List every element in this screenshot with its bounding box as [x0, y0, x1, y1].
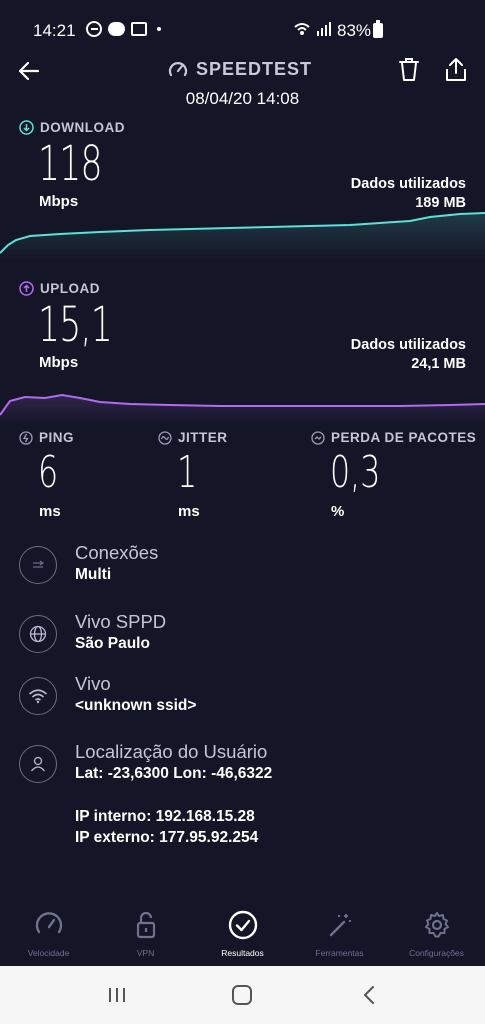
ip-internal: IP interno: 192.168.15.28: [75, 808, 255, 825]
status-time: 14:21: [33, 21, 76, 40]
test-date: 08/04/20 14:08: [185, 89, 300, 108]
upload-label: UPLOAD: [40, 281, 100, 296]
ping-value: 6: [38, 447, 59, 498]
more-notifications-icon: [157, 27, 161, 31]
provider-ssid: <unknown ssid>: [75, 697, 197, 714]
download-graph: [0, 212, 485, 260]
upload-icon: [19, 281, 34, 296]
loss-label-row: PERDA DE PACOTES: [311, 430, 476, 445]
jitter-icon: [158, 430, 172, 445]
location-title: Localização do Usuário: [75, 741, 268, 762]
notification-pill-icon: [108, 22, 125, 36]
nav-results-label: Resultados: [221, 948, 264, 958]
info-server: Vivo SPPD São Paulo: [19, 611, 469, 675]
recent-apps-button[interactable]: [106, 984, 128, 1006]
globe-icon: [19, 615, 57, 653]
info-provider: Vivo <unknown ssid>: [19, 673, 469, 737]
loss-label: PERDA DE PACOTES: [331, 430, 477, 445]
speedtest-logo-icon: [168, 61, 188, 76]
nav-speed-label: Velocidade: [27, 948, 70, 958]
jitter-value: 1: [177, 447, 198, 498]
server-location: São Paulo: [75, 635, 150, 652]
wifi-signal-icon: [294, 22, 331, 36]
battery-percent: 83%: [337, 21, 372, 40]
home-button[interactable]: [230, 984, 254, 1006]
connections-icon: [19, 546, 57, 584]
download-data-used-label: Dados utilizados: [350, 176, 466, 192]
notification-icons: [86, 21, 161, 37]
status-bar: 14:21 83%: [0, 0, 485, 56]
jitter-unit: ms: [178, 503, 200, 520]
loss-unit: %: [331, 503, 345, 520]
download-label: DOWNLOAD: [40, 120, 125, 135]
download-label-row: DOWNLOAD: [19, 120, 125, 135]
jitter-label: JITTER: [178, 430, 228, 445]
nav-vpn-label: VPN: [136, 948, 155, 958]
ping-unit: ms: [39, 503, 61, 520]
nav-settings[interactable]: Configurações: [388, 900, 485, 966]
info-location: Localização do Usuário Lat: -23,6300 Lon…: [19, 741, 469, 805]
top-bar: SPEEDTEST: [0, 52, 485, 88]
provider-title: Vivo: [75, 673, 111, 694]
gallery-icon: [131, 22, 147, 36]
check-circle-icon: [226, 908, 260, 942]
brand: SPEEDTEST: [168, 59, 312, 80]
upload-data-used-value: 24,1 MB: [411, 356, 466, 372]
ip-external: IP externo: 177.95.92.254: [75, 829, 259, 846]
packet-loss-icon: [311, 430, 325, 445]
download-icon: [19, 120, 34, 135]
back-button[interactable]: [14, 56, 44, 86]
magic-wand-icon: [323, 908, 357, 942]
dnd-icon: [86, 21, 102, 37]
upload-data-used: Dados utilizados 24,1 MB: [351, 336, 466, 374]
nav-results[interactable]: Resultados: [194, 900, 291, 966]
nav-tools[interactable]: Ferramentas: [291, 900, 388, 966]
nav-speed[interactable]: Velocidade: [0, 900, 97, 966]
nav-settings-label: Configurações: [409, 948, 464, 958]
upload-label-row: UPLOAD: [19, 281, 100, 296]
connections-title: Conexões: [75, 542, 159, 563]
battery-icon: [373, 20, 383, 38]
user-icon: [19, 745, 57, 783]
ping-label: PING: [39, 430, 75, 445]
loss-value: 0,3: [330, 447, 381, 498]
share-button[interactable]: [444, 56, 468, 84]
ping-label-row: PING: [19, 430, 74, 445]
upload-unit: Mbps: [39, 354, 79, 371]
server-title: Vivo SPPD: [75, 611, 167, 632]
upload-graph: [0, 393, 485, 425]
bottom-nav: Velocidade VPN Resultados Ferramentas Co…: [0, 900, 485, 966]
speedometer-icon: [32, 908, 66, 942]
system-back-button[interactable]: [360, 984, 380, 1006]
brand-name: SPEEDTEST: [196, 59, 313, 79]
gear-icon: [420, 908, 454, 942]
upload-value: 15,1: [38, 297, 113, 353]
upload-data-used-label: Dados utilizados: [350, 337, 466, 353]
nav-vpn[interactable]: VPN: [97, 900, 194, 966]
ping-icon: [19, 430, 33, 445]
location-coordinates: Lat: -23,6300 Lon: -46,6322: [75, 765, 273, 782]
lock-icon: [129, 908, 163, 942]
connections-value: Multi: [75, 566, 112, 583]
system-nav-bar: [0, 966, 485, 1024]
wifi-icon: [19, 677, 57, 715]
download-value: 118: [38, 136, 103, 192]
nav-tools-label: Ferramentas: [315, 948, 364, 958]
jitter-label-row: JITTER: [158, 430, 228, 445]
delete-button[interactable]: [397, 56, 421, 84]
info-connections: Conexões Multi: [19, 542, 469, 606]
